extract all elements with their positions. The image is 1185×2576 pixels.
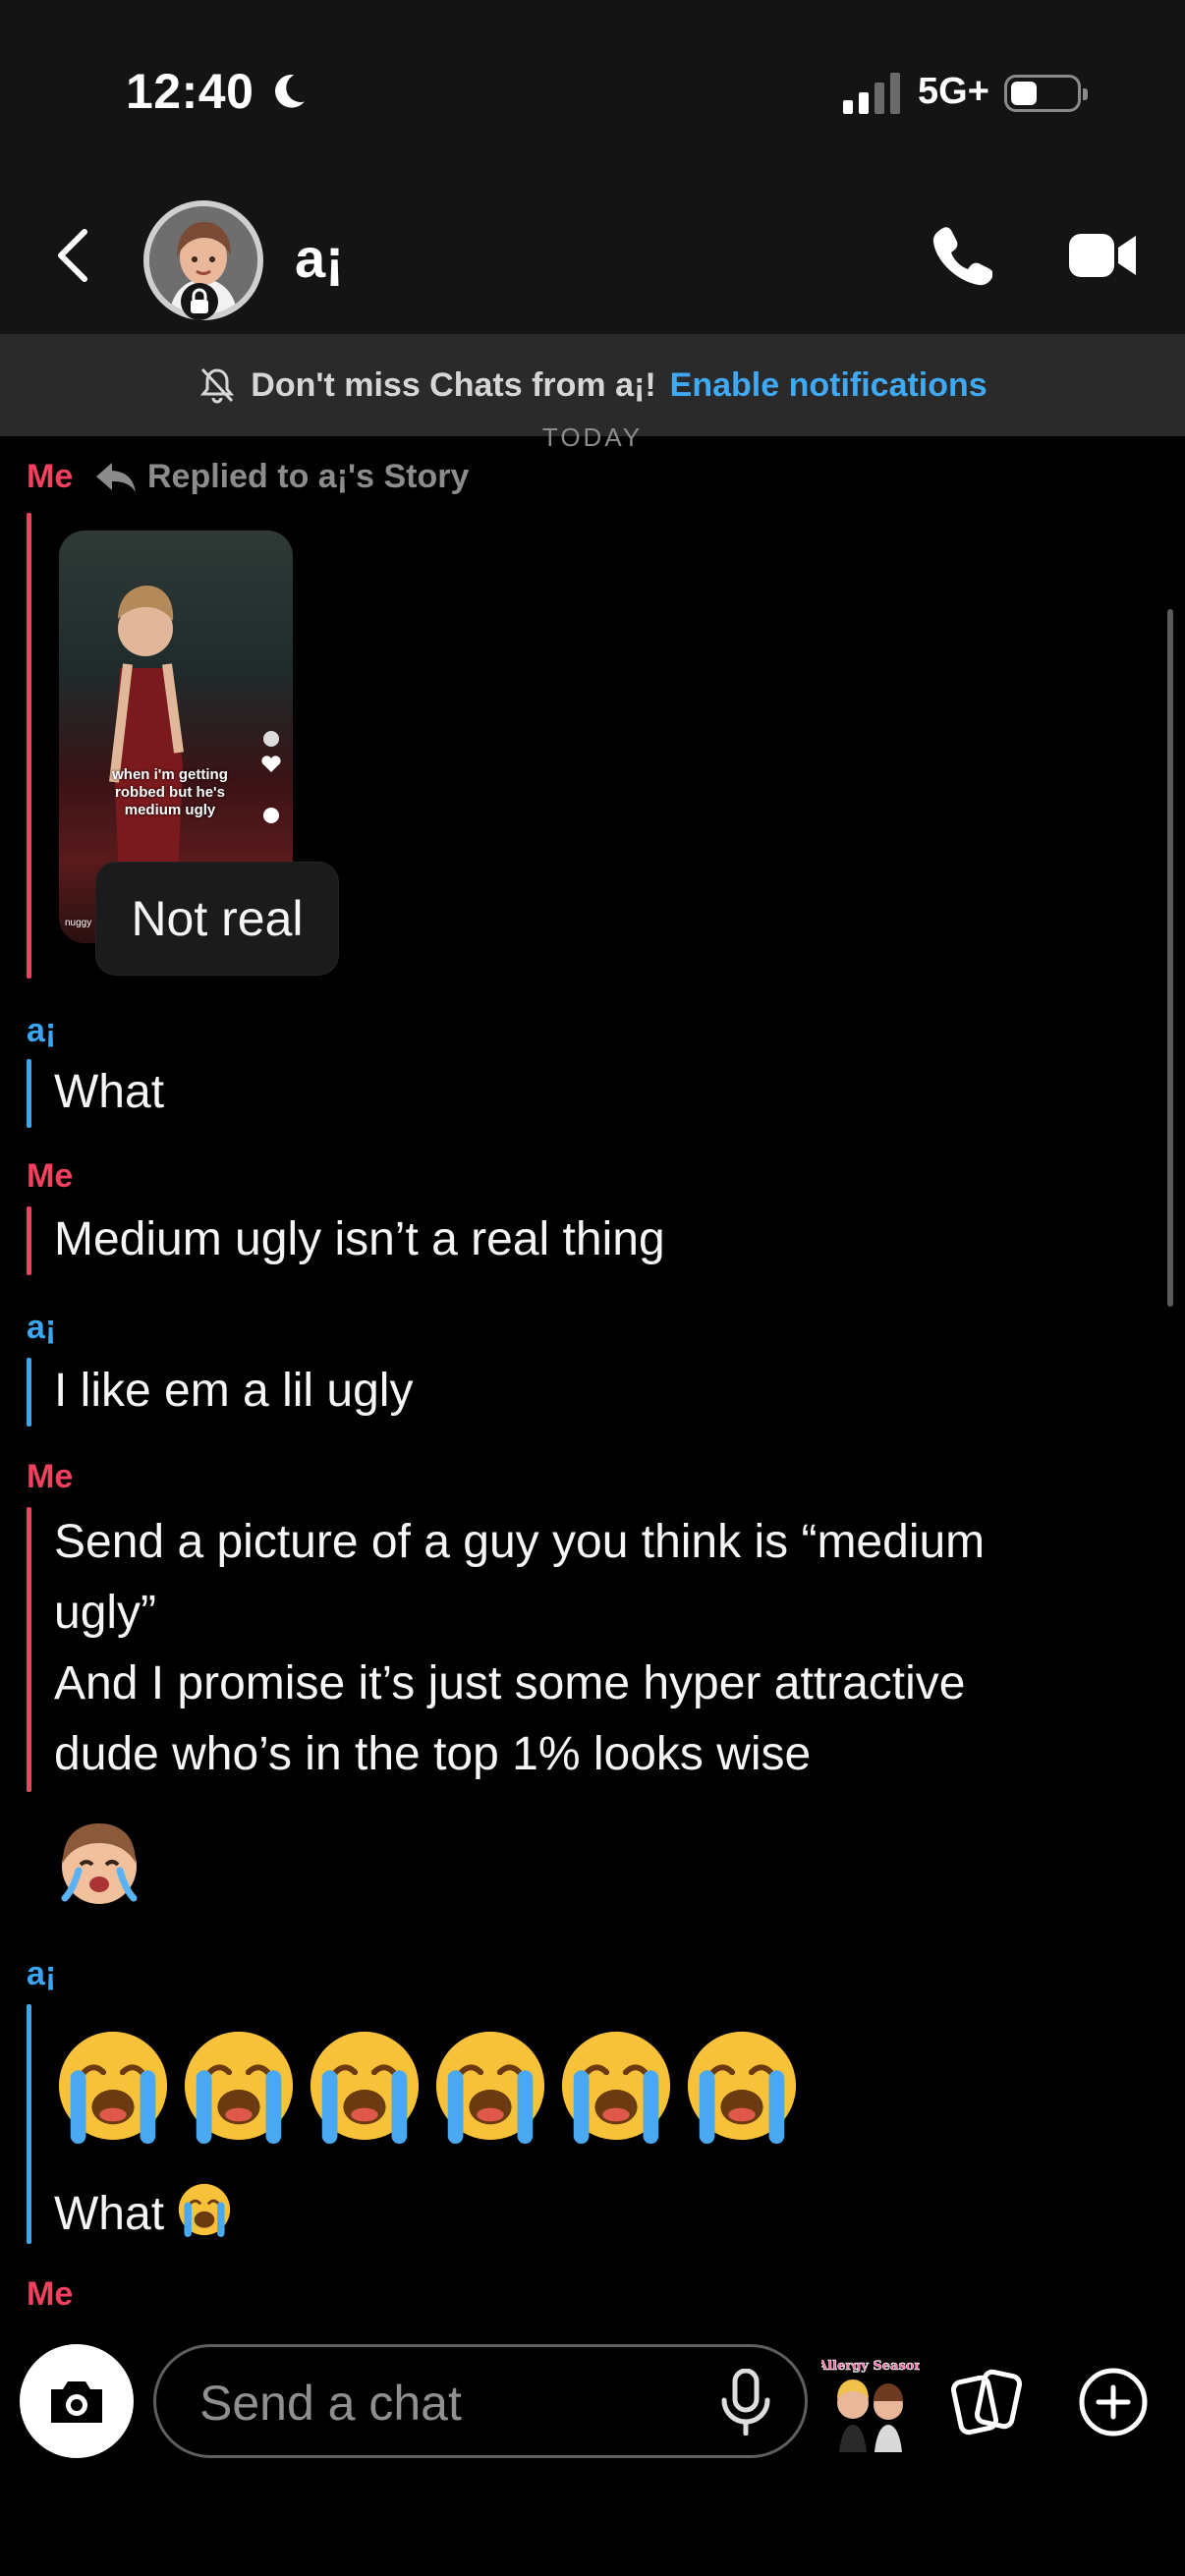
phone-icon[interactable] bbox=[930, 224, 992, 287]
moon-icon bbox=[275, 75, 305, 108]
signal-icon bbox=[843, 73, 900, 114]
crying-emoji-icon bbox=[435, 2031, 545, 2144]
message-text: What bbox=[54, 1066, 165, 1118]
plus-icon[interactable] bbox=[1077, 2366, 1150, 2438]
status-time: 12:40 bbox=[126, 64, 254, 119]
crying-emoji-icon bbox=[310, 2031, 420, 2144]
bell-off-icon bbox=[200, 367, 235, 404]
camera-icon bbox=[51, 2381, 102, 2423]
crying-emoji-icon bbox=[561, 2031, 671, 2144]
scrollbar[interactable] bbox=[1167, 609, 1173, 1307]
network-label: 5G+ bbox=[918, 71, 989, 112]
message-bar bbox=[27, 1059, 31, 1128]
banner-text: Don't miss Chats from a¡! bbox=[251, 365, 656, 404]
camera-button[interactable] bbox=[20, 2344, 134, 2458]
cards-icon[interactable] bbox=[951, 2366, 1024, 2438]
enable-notifications-link[interactable]: Enable notifications bbox=[670, 366, 988, 405]
replied-text: Replied to a¡'s Story bbox=[147, 458, 470, 495]
story-reply-label: Replied to a¡'s Story bbox=[94, 458, 469, 496]
sender-label: a¡ bbox=[27, 1309, 57, 1346]
sender-label: Me bbox=[27, 2275, 74, 2313]
lock-icon bbox=[181, 283, 218, 320]
crying-emoji-icon bbox=[687, 2031, 797, 2144]
battery-icon bbox=[1004, 75, 1088, 112]
back-icon[interactable] bbox=[49, 226, 98, 285]
date-divider: TODAY bbox=[541, 422, 644, 450]
sender-label: Me bbox=[27, 458, 74, 495]
message-line: dude who’s in the top 1% looks wise bbox=[54, 1728, 812, 1780]
status-bar: 12:40 5G+ bbox=[0, 0, 1185, 167]
allergy-season-sticker[interactable]: Allergy Season bbox=[821, 2356, 920, 2454]
sender-label: a¡ bbox=[27, 1955, 57, 1992]
crying-emoji-icon bbox=[58, 2031, 168, 2144]
reply-icon bbox=[96, 462, 136, 492]
notification-banner: Don't miss Chats from a¡! Enable notific… bbox=[0, 334, 1185, 436]
contact-name[interactable]: a¡ bbox=[295, 226, 344, 290]
crying-emoji-icon bbox=[179, 2183, 231, 2237]
chat-input-placeholder: Send a chat bbox=[199, 2376, 462, 2431]
crying-emoji-icon bbox=[184, 2031, 294, 2144]
video-icon[interactable] bbox=[1069, 228, 1138, 283]
message-line: And I promise it’s just some hyper attra… bbox=[54, 1657, 966, 1709]
message-text-word: What bbox=[54, 2188, 165, 2240]
chat-input[interactable]: Send a chat bbox=[153, 2344, 808, 2458]
message-text: What bbox=[54, 2179, 232, 2250]
message-bar bbox=[27, 2004, 31, 2244]
message-text: Medium ugly isn’t a real thing bbox=[54, 1213, 665, 1265]
sender-label: Me bbox=[27, 1157, 74, 1195]
message-text: I like em a lil ugly bbox=[54, 1365, 414, 1417]
message-line: ugly” bbox=[54, 1587, 157, 1639]
chat-input-bar: Send a chat Allergy Season bbox=[0, 2321, 1185, 2576]
bitmoji-reaction-icon bbox=[61, 1823, 138, 1904]
chat-header: a¡ bbox=[0, 167, 1185, 334]
message-bar bbox=[27, 1507, 31, 1792]
story-caption: when i'm getting robbed but he's medium … bbox=[112, 766, 228, 818]
sender-label: a¡ bbox=[27, 1012, 57, 1049]
message-bubble: Not real bbox=[96, 863, 338, 975]
message-line: Send a picture of a guy you think is “me… bbox=[54, 1516, 986, 1568]
message-bar bbox=[27, 513, 31, 979]
story-tag: nuggy bbox=[65, 918, 92, 928]
mic-icon[interactable] bbox=[718, 2369, 773, 2436]
emoji-message bbox=[55, 2028, 800, 2144]
message-bar bbox=[27, 1206, 31, 1275]
message-bar bbox=[27, 1358, 31, 1427]
sticker-label: Allergy Season bbox=[821, 2359, 920, 2374]
sender-label: Me bbox=[27, 1458, 74, 1495]
